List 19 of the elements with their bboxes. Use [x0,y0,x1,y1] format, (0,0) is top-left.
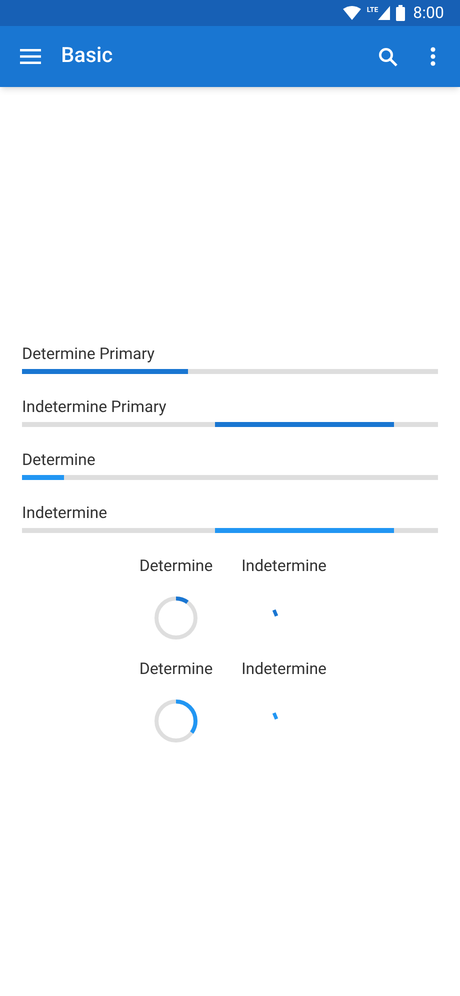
progress-label: Indetermine [241,556,327,576]
progress-label: Determine [22,450,96,470]
progress-label: Indetermine Primary [22,397,168,417]
progress-label: Determine Primary [22,344,156,364]
signal-icon [378,6,390,20]
progress-label: Determine [139,556,213,576]
search-icon [378,46,398,66]
wifi-icon [342,6,361,20]
progress-label: Indetermine [22,503,108,523]
app-title: Basic [61,42,113,70]
more-button[interactable] [430,46,436,66]
more-icon [430,47,436,66]
progress-label: Determine [139,659,213,679]
search-button[interactable] [378,46,398,66]
menu-button[interactable] [20,48,41,64]
clock: 8:00 [413,2,444,24]
battery-icon [396,5,406,21]
progress-label: Indetermine [241,659,327,679]
menu-icon [20,49,41,64]
